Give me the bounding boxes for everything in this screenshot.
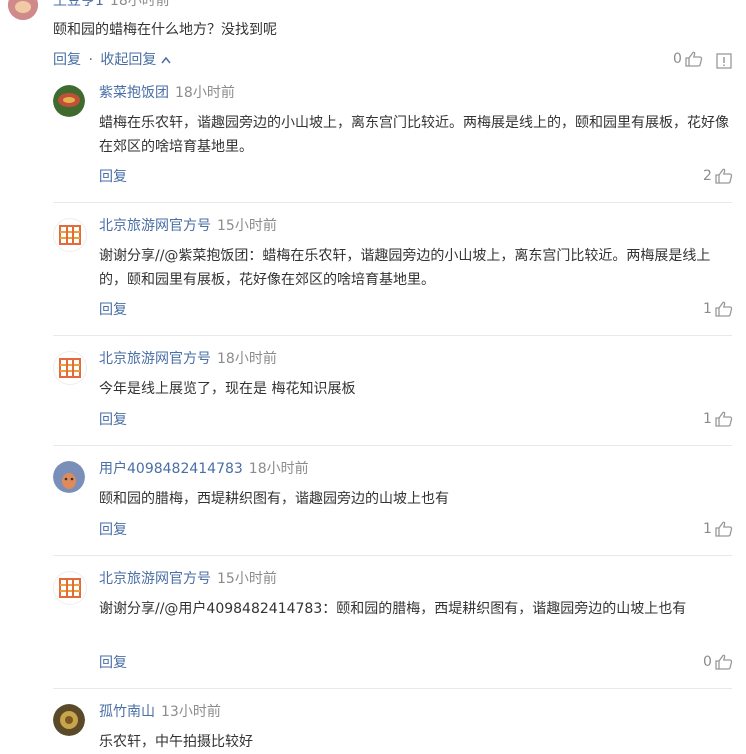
- avatar[interactable]: [53, 461, 85, 493]
- avatar[interactable]: [53, 218, 87, 252]
- reply-button[interactable]: 回复: [99, 411, 127, 429]
- user-avatar-icon: [53, 704, 85, 736]
- thumbs-up-icon: [685, 51, 703, 67]
- like-button[interactable]: 1: [703, 411, 733, 427]
- reply-author[interactable]: 紫菜抱饭团: [99, 85, 169, 101]
- report-button[interactable]: [716, 53, 732, 73]
- like-count: 1: [703, 521, 712, 537]
- separator: ·: [88, 52, 93, 68]
- reply-author-line: 紫菜抱饭团 18小时前: [99, 84, 235, 102]
- report-icon: [716, 53, 732, 69]
- like-button[interactable]: 1: [703, 521, 733, 537]
- like-count: 0: [703, 654, 712, 670]
- thumbs-up-icon: [715, 168, 733, 184]
- like-button[interactable]: 1: [703, 301, 733, 317]
- reply-author-line: 孤竹南山 13小时前: [99, 703, 221, 721]
- default-user-avatar-icon: [53, 461, 85, 493]
- reply-text: 今年是线上展览了，现在是 梅花知识展板: [99, 381, 356, 397]
- reply-author-line: 北京旅游网官方号 15小时前: [99, 217, 277, 235]
- comment-actions: 回复 · 收起回复: [53, 51, 171, 69]
- reply-time: 15小时前: [217, 218, 277, 234]
- reply-author[interactable]: 北京旅游网官方号: [99, 351, 211, 367]
- reply-button[interactable]: 回复: [99, 521, 127, 539]
- comment-text: 颐和园的蜡梅在什么地方？没找到呢: [53, 22, 277, 38]
- reply-author[interactable]: 孤竹南山: [99, 704, 155, 720]
- reply-text: 谢谢分享//@用户4098482414783：颐和园的腊梅，西堤耕织图有，谐趣园…: [99, 601, 687, 617]
- like-count: 1: [703, 301, 712, 317]
- reply-button[interactable]: 回复: [99, 168, 127, 186]
- reply-time: 18小时前: [248, 461, 309, 477]
- reply-author-line: 北京旅游网官方号 18小时前: [99, 350, 277, 368]
- avatar[interactable]: [53, 571, 87, 605]
- like-count: 2: [703, 168, 712, 184]
- thumbs-up-icon: [715, 654, 733, 670]
- avatar[interactable]: [53, 351, 87, 385]
- official-logo-icon: [59, 358, 81, 378]
- reply-text: 蜡梅在乐农轩，谐趣园旁边的小山坡上，离东宫门比较近。两梅展是线上的，颐和园里有展…: [99, 115, 729, 155]
- reply-author[interactable]: 用户4098482414783: [99, 461, 243, 477]
- reply-text: 乐农轩，中午拍摄比较好: [99, 734, 253, 750]
- divider: [53, 335, 732, 336]
- thumbs-up-icon: [715, 521, 733, 537]
- comment-author[interactable]: 土豆亨1: [53, 0, 104, 9]
- divider: [53, 445, 732, 446]
- reply-author-line: 用户4098482414783 18小时前: [99, 460, 309, 478]
- reply-button[interactable]: 回复: [53, 52, 81, 68]
- user-avatar-icon: [8, 0, 38, 20]
- reply-time: 18小时前: [175, 85, 235, 101]
- chevron-up-icon[interactable]: [161, 56, 171, 64]
- comment-author-line: 土豆亨1 18小时前: [53, 0, 170, 10]
- reply-time: 18小时前: [217, 351, 277, 367]
- avatar[interactable]: [53, 704, 85, 736]
- like-button[interactable]: 0: [703, 654, 733, 670]
- thumbs-up-icon: [715, 411, 733, 427]
- divider: [53, 202, 732, 203]
- official-logo-icon: [59, 578, 81, 598]
- like-count: 0: [673, 51, 682, 67]
- reply-time: 15小时前: [217, 571, 277, 587]
- food-avatar-icon: [53, 85, 85, 117]
- reply-button[interactable]: 回复: [99, 654, 127, 672]
- divider: [53, 555, 732, 556]
- reply-author-line: 北京旅游网官方号 15小时前: [99, 570, 277, 588]
- like-button[interactable]: 0: [673, 51, 703, 67]
- avatar[interactable]: [53, 85, 85, 117]
- thumbs-up-icon: [715, 301, 733, 317]
- reply-time: 13小时前: [161, 704, 221, 720]
- reply-text: 谢谢分享//@紫菜抱饭团：蜡梅在乐农轩，谐趣园旁边的小山坡上，离东宫门比较近。两…: [99, 248, 711, 288]
- divider: [53, 688, 732, 689]
- official-logo-icon: [59, 225, 81, 245]
- like-count: 1: [703, 411, 712, 427]
- like-button[interactable]: 2: [703, 168, 733, 184]
- reply-author[interactable]: 北京旅游网官方号: [99, 218, 211, 234]
- reply-button[interactable]: 回复: [99, 301, 127, 319]
- avatar[interactable]: [8, 0, 38, 20]
- comment-time: 18小时前: [109, 0, 170, 9]
- reply-text: 颐和园的腊梅，西堤耕织图有，谐趣园旁边的山坡上也有: [99, 491, 449, 507]
- reply-author[interactable]: 北京旅游网官方号: [99, 571, 211, 587]
- collapse-replies-button[interactable]: 收起回复: [100, 52, 156, 68]
